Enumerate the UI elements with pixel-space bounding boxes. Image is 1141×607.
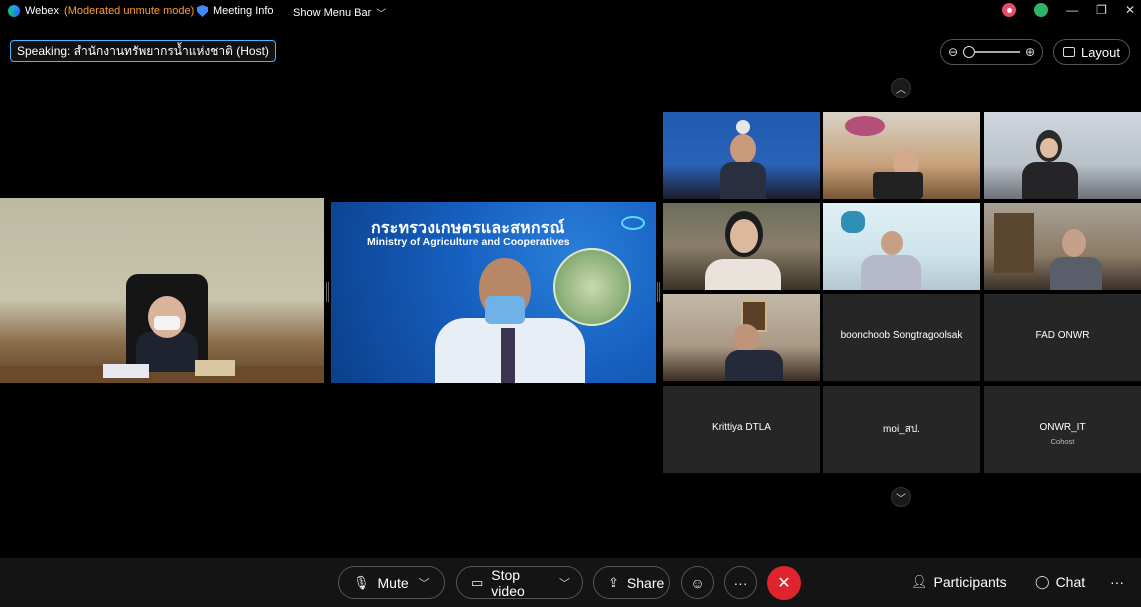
stage-divider-handle[interactable] <box>326 282 329 302</box>
participant-tile[interactable] <box>663 203 820 290</box>
mute-button[interactable]: 🎙︎ Mute ﹀ <box>338 566 445 599</box>
stop-video-button[interactable]: ▭ Stop video ﹀ <box>456 566 583 599</box>
participants-label: Participants <box>933 574 1007 590</box>
webex-meeting-window: Webex (Moderated unmute mode) Meeting In… <box>0 0 1141 607</box>
video-camera-icon: ▭ <box>471 574 484 590</box>
stop-video-label: Stop video <box>491 566 525 599</box>
participant-tile[interactable]: Krittiya DTLA <box>663 386 820 473</box>
layout-icon <box>1062 47 1075 57</box>
stage-video-host[interactable] <box>0 198 324 383</box>
reactions-button[interactable]: ☺ <box>681 566 714 599</box>
chat-bubble-icon: ◯ <box>1035 574 1050 589</box>
presenter-mask <box>485 296 525 324</box>
participant-tile[interactable] <box>663 294 820 381</box>
app-name: Webex <box>25 5 60 17</box>
participants-icon: 👤︎ <box>911 574 928 589</box>
reactions-icon: ☺ <box>690 574 705 591</box>
participant-tile[interactable]: moi_สป. <box>823 386 980 473</box>
grid-divider-handle[interactable] <box>657 282 660 302</box>
zoom-in-icon[interactable]: ⊕ <box>1025 45 1035 59</box>
grid-scroll-up-button[interactable]: ︿ <box>891 78 911 98</box>
active-speaker-banner: Speaking: สำนักงานทรัพยากรน้ำแห่งชาติ (H… <box>10 40 276 62</box>
webex-logo-icon <box>8 5 20 17</box>
participant-name: moi_สป. <box>883 424 920 435</box>
show-menu-bar-label: Show Menu Bar <box>293 6 372 19</box>
desk-box <box>195 360 235 376</box>
participant-tile[interactable] <box>984 203 1141 290</box>
participant-role: Cohost <box>1050 437 1075 446</box>
show-menu-bar-button[interactable]: Show Menu Bar ﹀ <box>293 5 387 21</box>
slide-title-english: Ministry of Agriculture and Cooperatives <box>367 236 570 248</box>
participant-tile[interactable] <box>823 203 980 290</box>
mute-label: Mute <box>377 574 409 591</box>
share-label: Share <box>626 574 665 591</box>
minimize-button[interactable]: — <box>1066 3 1078 17</box>
unmute-mode-label: (Moderated unmute mode) <box>64 5 195 17</box>
recording-indicator-icon[interactable] <box>1002 3 1017 17</box>
meeting-info-label: Meeting Info <box>213 5 274 17</box>
ministry-seal-icon <box>553 248 631 326</box>
participant-tile[interactable]: boonchoob Songtragoolsak <box>823 294 980 381</box>
more-options-button[interactable]: ··· <box>724 566 757 599</box>
close-icon: ✕ <box>777 575 791 592</box>
close-window-button[interactable]: ✕ <box>1125 3 1135 17</box>
presenter-tie <box>501 328 515 383</box>
participant-tile[interactable]: ONWR_IT Cohost <box>984 386 1141 473</box>
layout-button[interactable]: Layout <box>1053 39 1130 65</box>
share-screen-icon: ⇪ <box>608 574 619 590</box>
participants-button[interactable]: 👤︎ Participants <box>911 574 1007 590</box>
leave-meeting-button[interactable]: ✕ <box>767 566 801 600</box>
restore-button[interactable]: ❐ <box>1096 3 1107 17</box>
app-title: Webex (Moderated unmute mode) <box>8 5 194 17</box>
chat-button[interactable]: ◯ Chat <box>1035 574 1085 590</box>
panel-more-button[interactable]: ··· <box>1110 574 1124 590</box>
participant-tile[interactable] <box>823 112 980 199</box>
zoom-knob[interactable] <box>963 46 976 58</box>
participant-tile[interactable]: FAD ONWR <box>984 294 1141 381</box>
face-mask <box>154 316 180 330</box>
network-stats-icon[interactable] <box>1034 3 1049 17</box>
share-button[interactable]: ⇪ Share <box>593 566 670 599</box>
microphone-icon: 🎙︎ <box>353 574 370 590</box>
title-bar: Webex (Moderated unmute mode) Meeting In… <box>0 0 1141 24</box>
participant-name: FAD ONWR <box>1035 330 1090 341</box>
zoom-track[interactable] <box>963 46 1020 58</box>
video-options-chevron-icon[interactable]: ﹀ <box>559 575 570 591</box>
participant-name: ONWR_IT <box>1039 422 1086 433</box>
zoom-out-icon[interactable]: ⊖ <box>948 45 958 59</box>
mute-options-chevron-icon[interactable]: ﹀ <box>419 575 430 591</box>
meeting-controls-bar: 🎙︎ Mute ﹀ ▭ Stop video ﹀ ⇪ Share ☺ ··· ✕… <box>0 558 1141 607</box>
shield-icon <box>197 5 208 17</box>
grid-scroll-down-button[interactable]: ﹀ <box>891 487 911 507</box>
desk-nameplate <box>103 364 149 378</box>
participant-name: Krittiya DTLA <box>712 422 771 433</box>
participant-tile[interactable] <box>984 112 1141 199</box>
stage-video-ministry[interactable]: กระทรวงเกษตรและสหกรณ์ Ministry of Agricu… <box>331 202 656 383</box>
panel-more-dots-icon: ··· <box>1110 574 1124 590</box>
layout-label: Layout <box>1080 44 1121 60</box>
meeting-info-button[interactable]: Meeting Info <box>197 5 274 17</box>
participant-name: boonchoob Songtragoolsak <box>840 330 963 341</box>
wave-logo-icon <box>621 216 645 230</box>
participant-tile[interactable] <box>663 112 820 199</box>
chevron-down-icon: ﹀ <box>376 9 387 20</box>
window-controls: — ❐ ✕ <box>1002 3 1135 17</box>
chat-label: Chat <box>1055 574 1086 590</box>
more-dots-icon: ··· <box>733 574 748 591</box>
zoom-slider[interactable]: ⊖ ⊕ <box>940 39 1043 65</box>
